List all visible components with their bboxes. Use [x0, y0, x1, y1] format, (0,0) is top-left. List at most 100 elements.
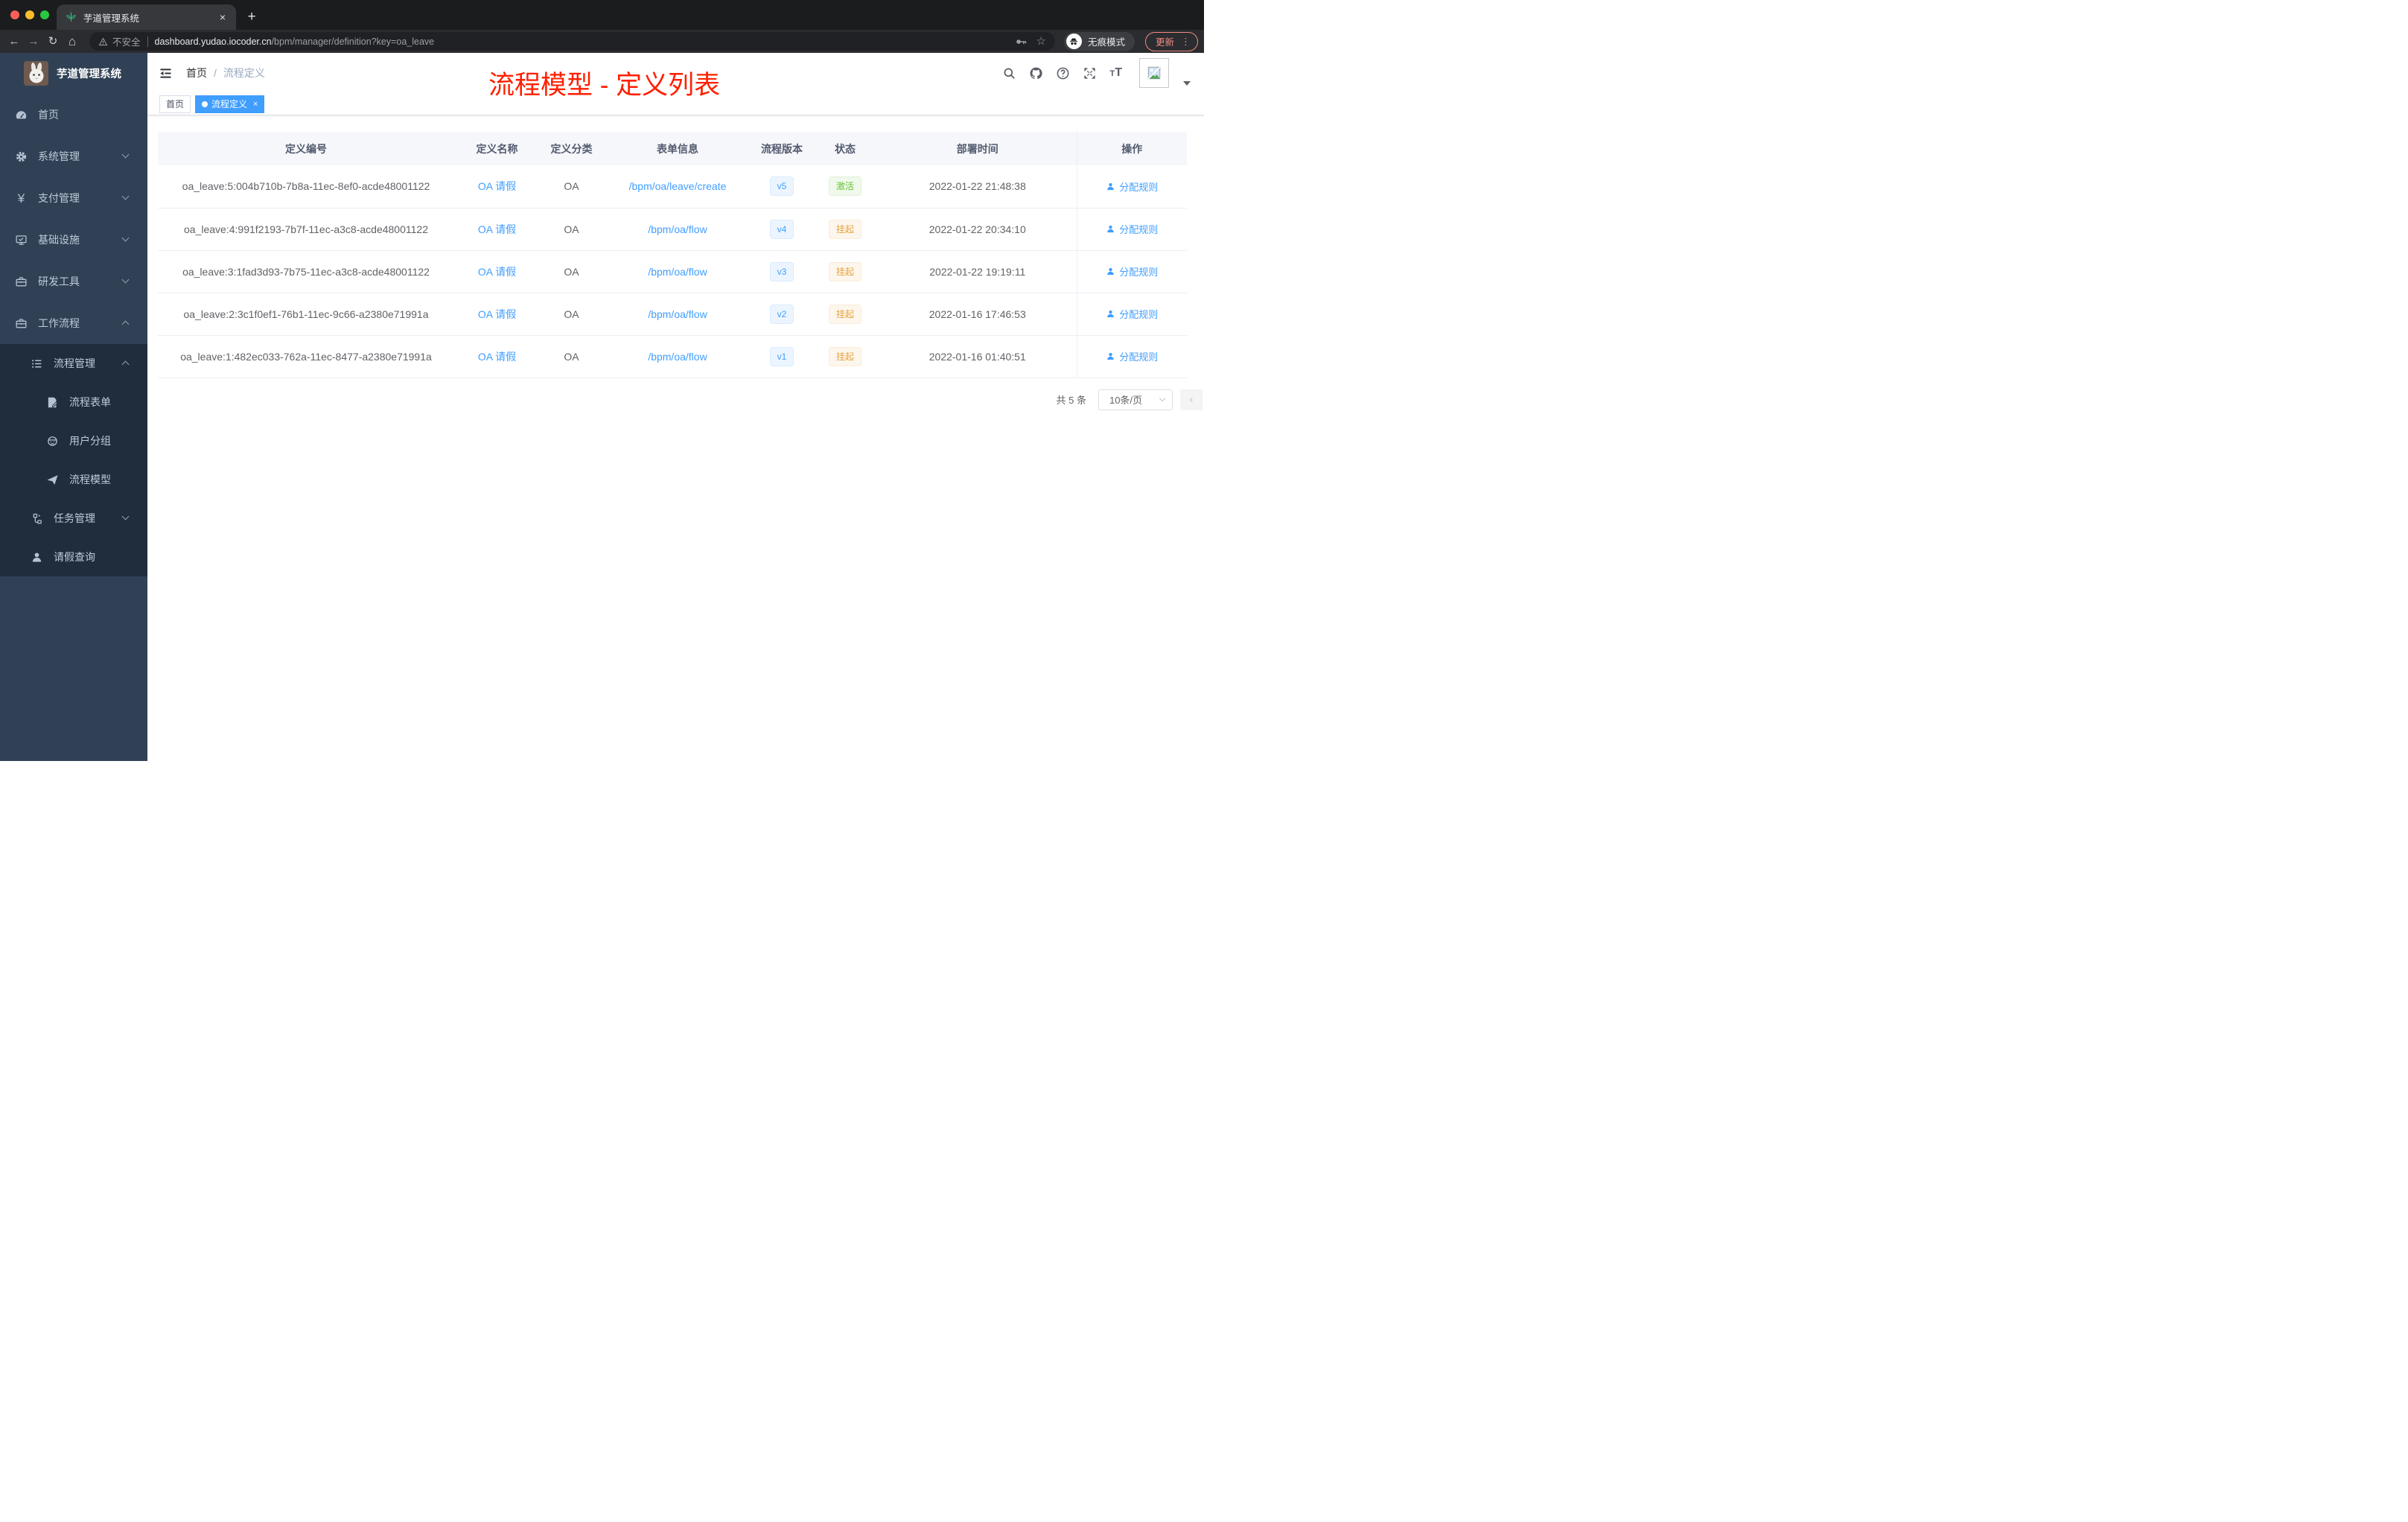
- yen-icon: ¥: [17, 191, 25, 206]
- close-window-button[interactable]: [10, 10, 19, 19]
- app-header: 首页 / 流程定义 流程模型 - 定义列表 TT: [147, 53, 1204, 100]
- version-badge: v1: [769, 346, 794, 366]
- sidebar-item-label: 任务管理: [54, 512, 95, 524]
- avatar-dropdown-caret-icon[interactable]: [1183, 81, 1191, 86]
- cell-category: OA: [540, 293, 603, 336]
- prev-page-button[interactable]: ‹: [1179, 389, 1203, 410]
- sidebar-item-label: 请假查询: [54, 551, 95, 563]
- reload-icon[interactable]: ↻: [45, 36, 61, 47]
- form-info-link[interactable]: /bpm/oa/flow: [648, 223, 707, 235]
- sidebar-item-user-group[interactable]: 用户分组: [0, 421, 147, 460]
- search-icon[interactable]: [1002, 66, 1016, 80]
- incognito-label: 无痕模式: [1087, 37, 1125, 48]
- definition-name-link[interactable]: OA 请假: [478, 266, 516, 278]
- pagination-total: 共 5 条: [1056, 395, 1086, 406]
- sidebar-item-label: 用户分组: [69, 435, 111, 447]
- form-info-link[interactable]: /bpm/oa/flow: [648, 266, 707, 278]
- assign-rule-button[interactable]: 分配规则: [1106, 179, 1158, 194]
- col-actions: 操作: [1076, 132, 1187, 165]
- sidebar-item-label: 系统管理: [38, 150, 80, 162]
- toolbox-icon: [15, 276, 28, 288]
- briefcase-icon: [15, 317, 28, 330]
- font-size-icon[interactable]: TT: [1109, 67, 1122, 79]
- tag-process-definition[interactable]: 流程定义 ×: [195, 95, 265, 113]
- cell-definition-id: oa_leave:5:004b710b-7b8a-11ec-8ef0-acde4…: [158, 165, 454, 208]
- form-info-link[interactable]: /bpm/oa/leave/create: [629, 180, 727, 192]
- monitor-check-icon: [15, 234, 28, 246]
- sidebar-item-infrastructure[interactable]: 基础设施: [0, 219, 147, 261]
- chevron-up-icon: [121, 320, 130, 328]
- table-row: oa_leave:4:991f2193-7b7f-11ec-a3c8-acde4…: [158, 208, 1187, 251]
- sidebar-item-process-model[interactable]: 流程模型: [0, 460, 147, 499]
- url-path: /bpm/manager/definition?key=oa_leave: [271, 36, 435, 47]
- tag-close-icon[interactable]: ×: [253, 100, 258, 109]
- status-badge: 挂起: [828, 346, 861, 366]
- assign-rule-button[interactable]: 分配规则: [1106, 222, 1158, 236]
- fullscreen-icon[interactable]: [1083, 66, 1097, 80]
- help-icon[interactable]: [1056, 66, 1070, 80]
- definition-table: 定义编号 定义名称 定义分类 表单信息 流程版本 状态 部署时间 操作 oa_l: [158, 132, 1187, 378]
- user-icon: [1107, 225, 1115, 233]
- back-icon[interactable]: ←: [6, 36, 22, 47]
- forward-icon[interactable]: →: [25, 36, 42, 47]
- sidebar-item-system[interactable]: 系统管理: [0, 136, 147, 177]
- browser-menu-kebab-icon[interactable]: ⋮: [1181, 36, 1191, 48]
- definition-name-link[interactable]: OA 请假: [478, 351, 516, 363]
- sidebar-item-leave-query[interactable]: 请假查询: [0, 538, 147, 576]
- window-controls[interactable]: [10, 10, 49, 19]
- minimize-window-button[interactable]: [25, 10, 34, 19]
- github-icon[interactable]: [1029, 66, 1043, 80]
- definition-name-link[interactable]: OA 请假: [478, 180, 516, 192]
- chevron-up-icon: [121, 360, 130, 369]
- definition-list-page: 定义编号 定义名称 定义分类 表单信息 流程版本 状态 部署时间 操作 oa_l: [147, 115, 1204, 410]
- sidebar-collapse-icon[interactable]: [159, 66, 173, 80]
- status-badge: 挂起: [828, 304, 861, 324]
- cell-category: OA: [540, 208, 603, 251]
- sidebar-item-task-management[interactable]: 任务管理: [0, 499, 147, 538]
- home-icon[interactable]: ⌂: [64, 35, 80, 48]
- sidebar-item-label: 流程管理: [54, 357, 95, 369]
- bookmark-star-icon[interactable]: ☆: [1036, 36, 1046, 47]
- not-secure-label: 不安全: [112, 37, 141, 48]
- table-row: oa_leave:2:3c1f0ef1-76b1-11ec-9c66-a2380…: [158, 293, 1187, 336]
- address-bar[interactable]: 不安全 dashboard.yudao.iocoder.cn/bpm/manag…: [89, 32, 1055, 51]
- definition-name-link[interactable]: OA 请假: [478, 223, 516, 235]
- col-definition-id: 定义编号: [158, 132, 454, 165]
- assign-rule-button[interactable]: 分配规则: [1106, 349, 1158, 363]
- org-flow-icon: [31, 512, 43, 525]
- sidebar-item-payment[interactable]: ¥ 支付管理: [0, 177, 147, 219]
- tag-label: 流程定义: [211, 99, 248, 109]
- sidebar-item-process-management[interactable]: 流程管理: [0, 344, 147, 383]
- browser-tab[interactable]: 芋道管理系统 ×: [57, 4, 236, 30]
- tag-home[interactable]: 首页: [159, 95, 191, 113]
- sidebar-item-process-form[interactable]: 流程表单: [0, 383, 147, 421]
- sidebar-item-home[interactable]: 首页: [0, 94, 147, 136]
- app-title: 芋道管理系统: [57, 69, 121, 80]
- zoom-window-button[interactable]: [40, 10, 49, 19]
- cell-deploy-time: 2022-01-22 20:34:10: [879, 208, 1077, 251]
- tab-close-icon[interactable]: ×: [217, 11, 229, 23]
- col-process-version: 流程版本: [752, 132, 812, 165]
- sidebar-item-label: 支付管理: [38, 192, 80, 204]
- assign-rule-button[interactable]: 分配规则: [1106, 264, 1158, 278]
- breadcrumb-home[interactable]: 首页: [186, 66, 207, 80]
- password-key-icon[interactable]: [1016, 37, 1028, 46]
- form-info-link[interactable]: /bpm/oa/flow: [648, 308, 707, 320]
- cell-deploy-time: 2022-01-22 21:48:38: [879, 165, 1077, 208]
- browser-update-button[interactable]: 更新 ⋮: [1144, 31, 1198, 51]
- new-tab-button[interactable]: +: [243, 9, 261, 25]
- avatar[interactable]: [1139, 58, 1169, 88]
- cell-definition-id: oa_leave:3:1fad3d93-7b75-11ec-a3c8-acde4…: [158, 250, 454, 293]
- sidebar-item-devtools[interactable]: 研发工具: [0, 261, 147, 302]
- definition-name-link[interactable]: OA 请假: [478, 308, 516, 320]
- sidebar-item-label: 研发工具: [38, 276, 80, 287]
- robot-icon: [46, 435, 59, 448]
- version-badge: v3: [769, 261, 794, 281]
- form-info-link[interactable]: /bpm/oa/flow: [648, 351, 707, 363]
- assign-rule-button[interactable]: 分配规则: [1106, 307, 1158, 321]
- app-logo[interactable]: 芋道管理系统: [0, 53, 147, 94]
- page-size-select[interactable]: 10条/页: [1098, 389, 1173, 410]
- sidebar-item-workflow[interactable]: 工作流程: [0, 302, 147, 344]
- cell-deploy-time: 2022-01-16 01:40:51: [879, 335, 1077, 378]
- sidebar-item-label: 基础设施: [38, 234, 80, 246]
